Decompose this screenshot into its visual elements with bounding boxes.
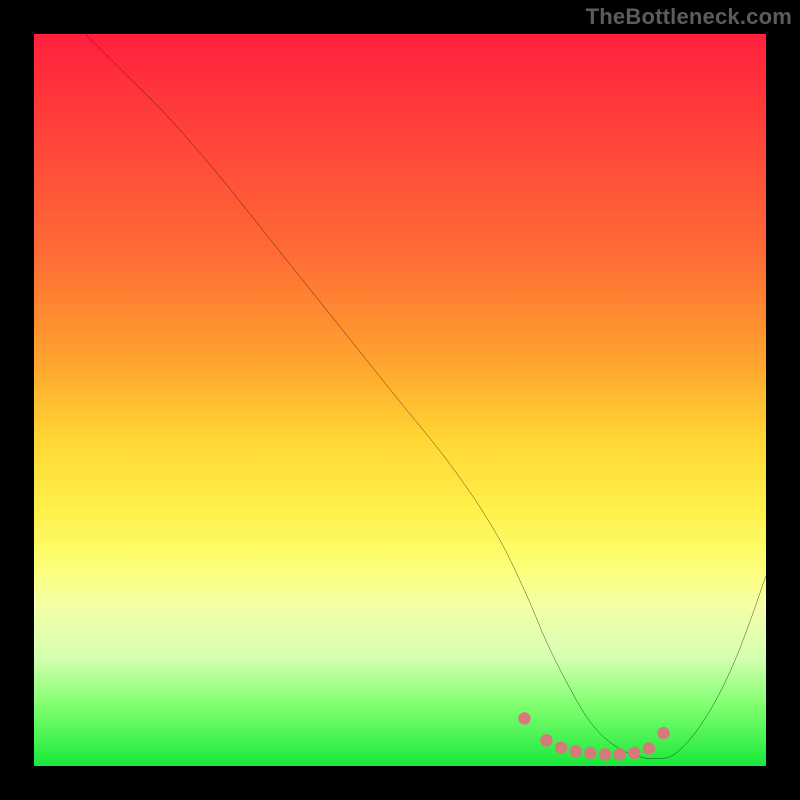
chart-frame: TheBottleneck.com — [0, 0, 800, 800]
watermark-text: TheBottleneck.com — [586, 4, 792, 30]
gradient-plot-area — [34, 34, 766, 766]
